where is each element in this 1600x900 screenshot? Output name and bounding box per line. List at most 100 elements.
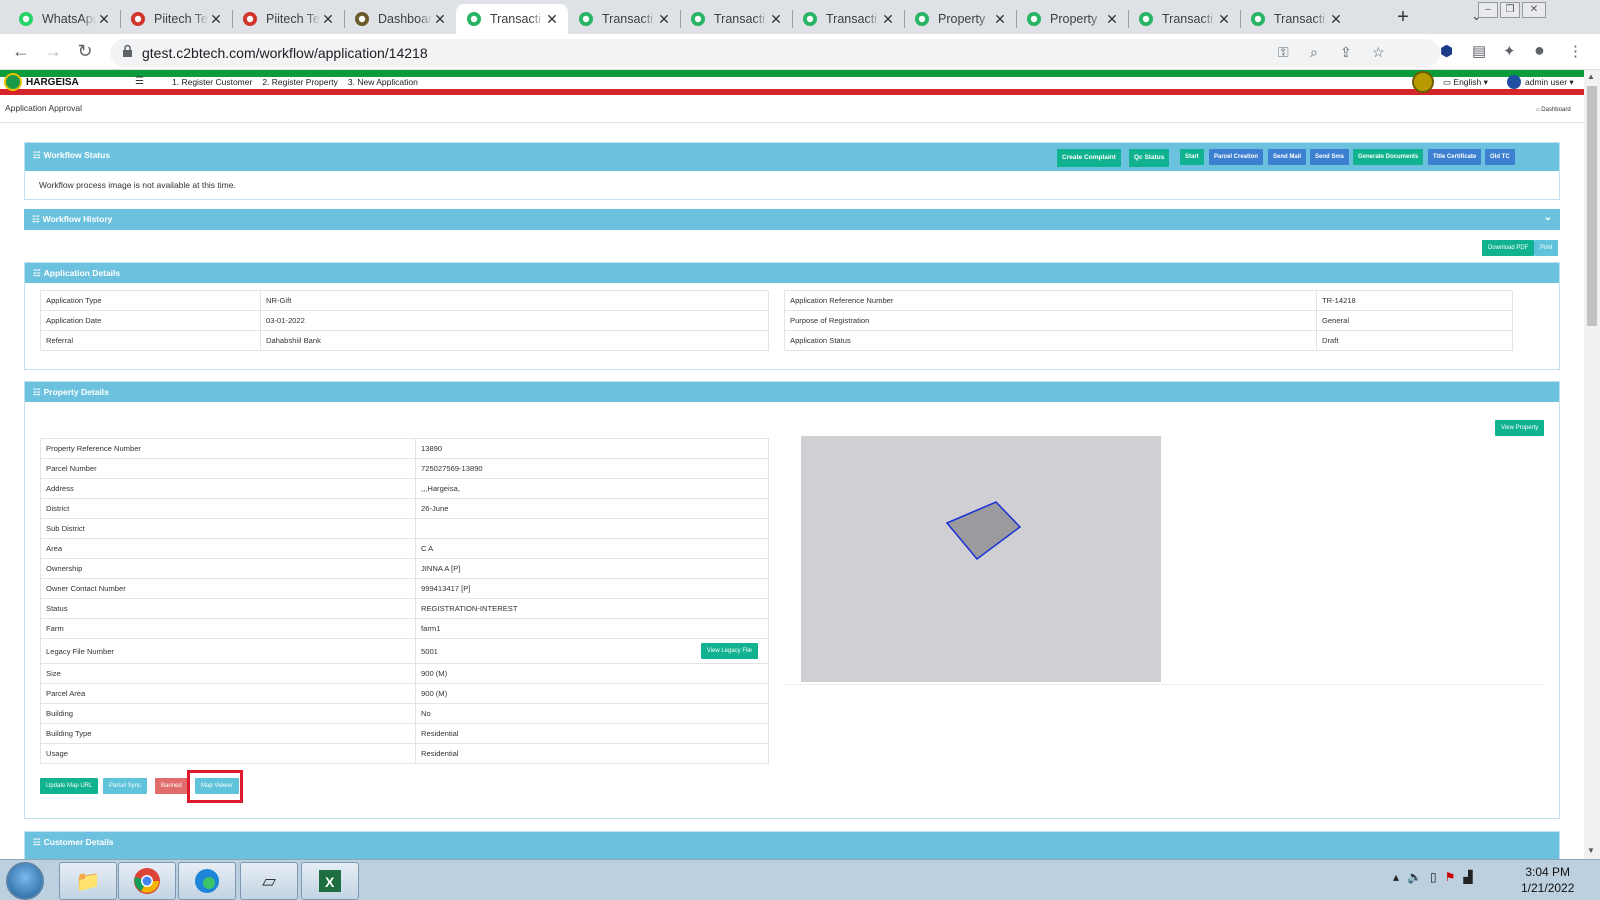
parcel-map[interactable]: [801, 436, 1161, 682]
new-tab-button[interactable]: +: [1392, 6, 1414, 29]
workflow-history-header[interactable]: ☷ Workflow History ⌄: [24, 209, 1560, 230]
field-label: Farm: [40, 618, 416, 639]
system-clock[interactable]: 3:04 PM 1/21/2022: [1521, 864, 1574, 896]
browser-tab[interactable]: Property ✕: [1016, 4, 1128, 34]
brand[interactable]: HARGEISA: [4, 73, 79, 91]
back-icon[interactable]: ←: [10, 41, 32, 62]
edge-icon[interactable]: [178, 862, 236, 900]
network-signal-icon[interactable]: ▟: [1463, 870, 1472, 884]
send-mail-button[interactable]: Send Mail: [1268, 149, 1307, 165]
parcel-creation-button[interactable]: Parcel Creation: [1209, 149, 1264, 165]
banned-button[interactable]: Banned: [155, 778, 188, 794]
parcel-sync-button[interactable]: Parcel Sync: [103, 778, 148, 794]
close-tab-icon[interactable]: ✕: [992, 11, 1008, 28]
minimize-button[interactable]: –: [1478, 2, 1498, 18]
close-tab-icon[interactable]: ✕: [320, 11, 336, 28]
field-value: TR-14218: [1316, 290, 1513, 311]
send-sms-button[interactable]: Send Sms: [1310, 149, 1350, 165]
print-button[interactable]: Print: [1534, 240, 1559, 256]
page-scrollbar[interactable]: ▲ ▼: [1584, 70, 1600, 859]
title-certificate-button[interactable]: Title Certificate: [1428, 149, 1482, 165]
close-tab-icon[interactable]: ✕: [1328, 11, 1344, 28]
close-tab-icon[interactable]: ✕: [768, 11, 784, 28]
app-icon: [1138, 11, 1154, 27]
user-menu[interactable]: admin user ▾: [1507, 75, 1574, 89]
tab-title: Transacti: [602, 12, 653, 26]
close-tab-icon[interactable]: ✕: [208, 11, 224, 28]
download-pdf-button[interactable]: Download PDF: [1482, 240, 1535, 256]
menu-kebab-icon[interactable]: ⋮: [1568, 42, 1583, 60]
table-row: Sub District: [40, 518, 769, 539]
forward-icon[interactable]: →: [42, 41, 64, 62]
field-label: Application Type: [40, 290, 261, 311]
table-row: Application Status Draft: [784, 330, 1513, 351]
close-tab-icon[interactable]: ✕: [96, 11, 112, 28]
old-tc-button[interactable]: Old TC: [1485, 149, 1515, 165]
reload-icon[interactable]: ↻: [74, 41, 96, 62]
close-tab-icon[interactable]: ✕: [432, 11, 448, 28]
menu-register-property[interactable]: 2. Register Property: [262, 77, 338, 87]
scrollbar-thumb[interactable]: [1587, 86, 1597, 326]
generate-documents-button[interactable]: Generate Documents: [1353, 149, 1424, 165]
battery-icon[interactable]: ▯: [1430, 870, 1437, 884]
browser-tab[interactable]: Piitech Te ✕: [120, 4, 232, 34]
file-explorer-icon[interactable]: 📁: [59, 862, 117, 900]
field-label: Status: [40, 598, 416, 619]
qc-status-button[interactable]: Qc Status: [1129, 149, 1170, 167]
close-tab-icon[interactable]: ✕: [1104, 11, 1120, 28]
chrome-icon[interactable]: [118, 862, 176, 900]
create-complaint-button[interactable]: Create Complaint: [1057, 149, 1121, 167]
hamburger-menu-icon[interactable]: ☰: [135, 76, 144, 87]
browser-tab[interactable]: Transacti ✕: [1240, 4, 1352, 34]
tab-title: Piitech Te: [154, 12, 208, 26]
table-row: Farm farm1: [40, 618, 769, 639]
start-button[interactable]: [6, 862, 44, 900]
volume-icon[interactable]: 🔈: [1407, 870, 1422, 884]
tab-title: WhatsApp: [42, 12, 96, 26]
extensions-puzzle-icon[interactable]: ✦: [1503, 42, 1516, 60]
key-icon[interactable]: ⚿: [1278, 44, 1289, 61]
close-tab-icon[interactable]: ✕: [656, 11, 672, 28]
update-map-url-button[interactable]: Update Map URL: [40, 778, 99, 794]
start-button[interactable]: Start: [1180, 149, 1204, 165]
browser-tab[interactable]: Transacti ✕: [1128, 4, 1240, 34]
bookmark-star-icon[interactable]: ☆: [1372, 44, 1385, 61]
close-tab-icon[interactable]: ✕: [1216, 11, 1232, 28]
scroll-up-icon[interactable]: ▲: [1587, 72, 1595, 81]
field-label: Ownership: [40, 558, 416, 579]
action-center-flag-icon[interactable]: ⚑: [1445, 870, 1456, 884]
scroll-down-icon[interactable]: ▼: [1587, 846, 1595, 855]
notepad-icon[interactable]: ▱: [240, 862, 298, 900]
close-window-button[interactable]: ✕: [1522, 2, 1546, 18]
menu-new-application[interactable]: 3. New Application: [348, 77, 418, 87]
browser-tab[interactable]: Transacti ✕: [456, 4, 568, 34]
tray-expand-icon[interactable]: ▴: [1393, 870, 1399, 884]
restore-button[interactable]: ❐: [1500, 2, 1520, 18]
close-tab-icon[interactable]: ✕: [544, 11, 560, 28]
share-icon[interactable]: ⇪: [1340, 44, 1352, 61]
language-selector[interactable]: ▭ English ▾: [1443, 77, 1488, 88]
profile-avatar-icon[interactable]: ●: [1534, 40, 1545, 61]
view-legacy-file-button[interactable]: View Legacy File: [700, 643, 758, 659]
breadcrumb-dashboard-link[interactable]: ⌂ Dashboard: [1536, 107, 1571, 113]
menu-register-customer[interactable]: 1. Register Customer: [172, 77, 252, 87]
address-bar[interactable]: gtest.c2btech.com/workflow/application/1…: [110, 39, 1440, 67]
workflow-history-panel[interactable]: ☷ Workflow History ⌄: [24, 209, 1560, 230]
chevron-down-icon[interactable]: ⌄: [1544, 212, 1552, 223]
field-label: Owner Contact Number: [40, 578, 416, 599]
map-viewer-button[interactable]: Map Viewer: [195, 778, 239, 794]
zoom-icon[interactable]: ⌕: [1310, 44, 1318, 61]
browser-tab[interactable]: Property ✕: [904, 4, 1016, 34]
browser-tab[interactable]: Transacti ✕: [680, 4, 792, 34]
browser-tab[interactable]: Transacti ✕: [792, 4, 904, 34]
extension-shield-icon[interactable]: ⬢: [1440, 42, 1453, 60]
browser-tab[interactable]: WhatsApp ✕: [8, 4, 120, 34]
view-property-button[interactable]: View Property: [1495, 420, 1545, 436]
excel-icon[interactable]: X: [301, 862, 359, 900]
clipboard-extension-icon[interactable]: ▤: [1472, 42, 1486, 60]
parcel-polygon[interactable]: [945, 501, 1022, 561]
close-tab-icon[interactable]: ✕: [880, 11, 896, 28]
browser-tab[interactable]: Dashboar ✕: [344, 4, 456, 34]
browser-tab[interactable]: Piitech Te ✕: [232, 4, 344, 34]
browser-tab[interactable]: Transacti ✕: [568, 4, 680, 34]
